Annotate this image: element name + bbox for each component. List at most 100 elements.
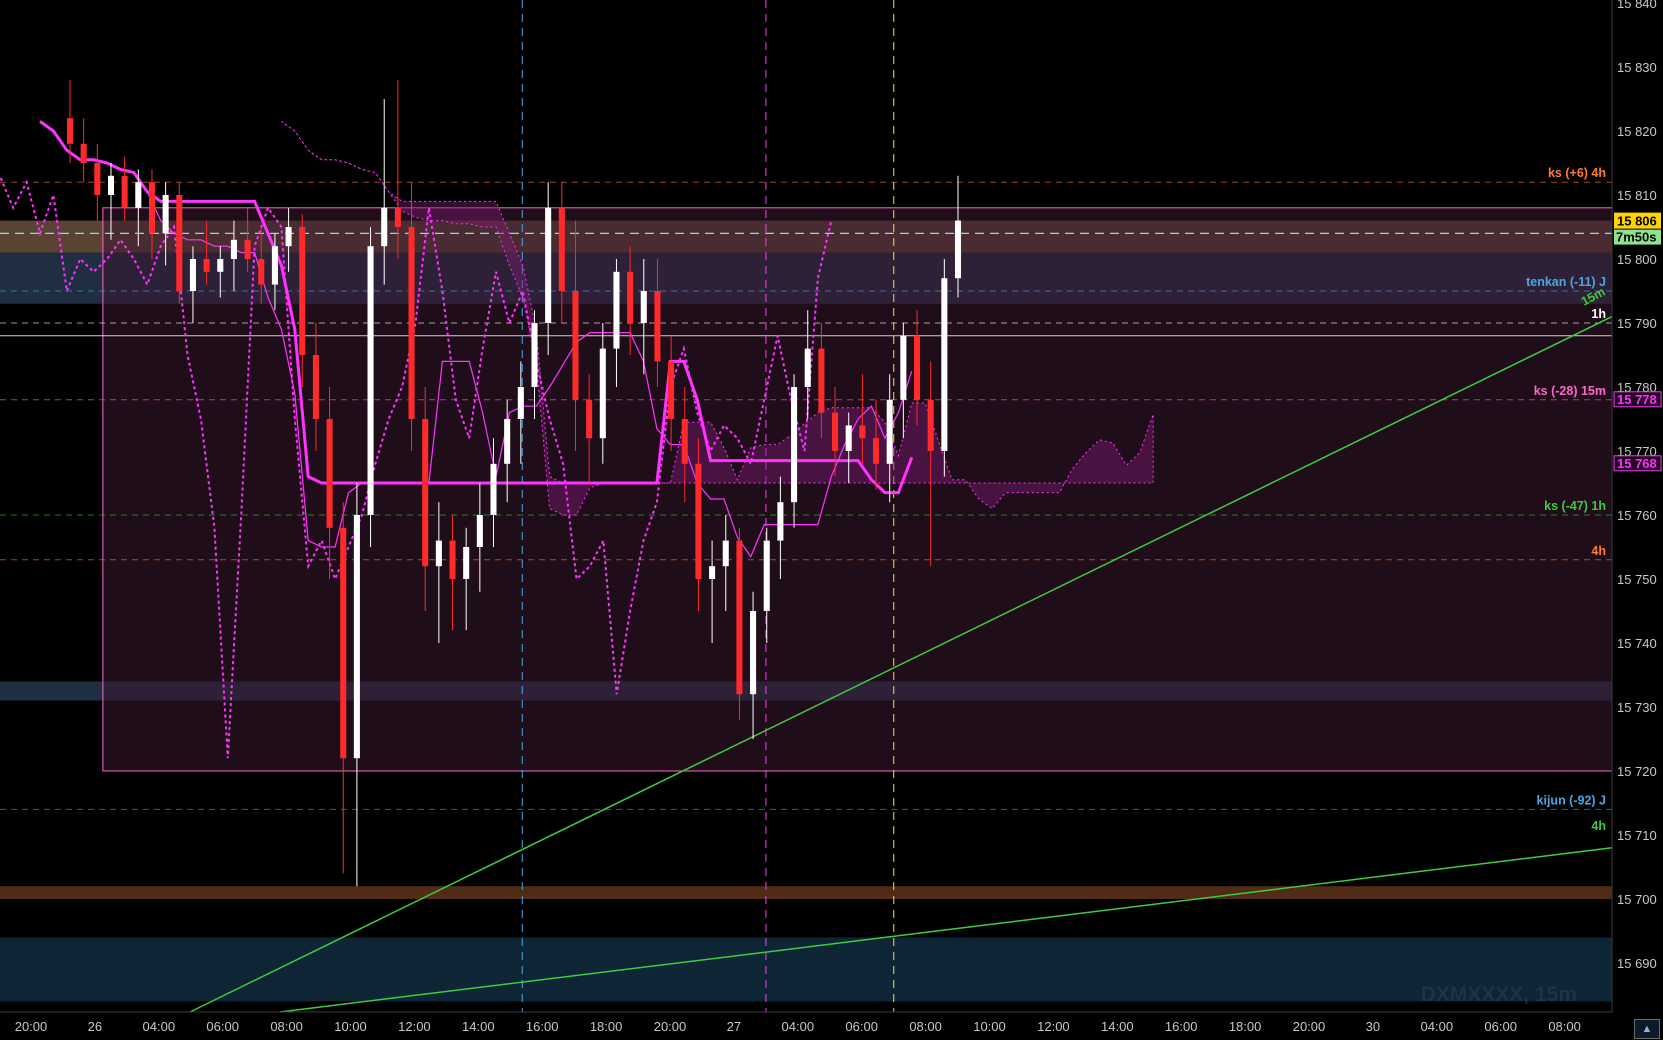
candle-body xyxy=(668,361,675,419)
symbol-watermark: DXMXXXX, 15m xyxy=(1420,983,1577,1006)
candle-body xyxy=(148,182,155,234)
candle-body xyxy=(244,239,251,259)
level-label: 4h xyxy=(1591,544,1606,558)
candle-body xyxy=(627,271,634,323)
candle-body xyxy=(203,259,210,272)
time-tick-label: 06:00 xyxy=(845,1019,878,1034)
candle-body xyxy=(135,182,142,208)
time-tick-label: 14:00 xyxy=(462,1019,495,1034)
time-tick-label: 06:00 xyxy=(206,1019,239,1034)
candle-body xyxy=(859,425,866,439)
time-tick-label: 12:00 xyxy=(398,1019,431,1034)
time-tick-label: 20:00 xyxy=(1293,1019,1326,1034)
candle-body xyxy=(422,419,429,567)
candle-body xyxy=(640,291,647,323)
countdown-value: 7m50s xyxy=(1616,230,1656,245)
candle-body xyxy=(818,348,825,413)
candle-body xyxy=(408,227,415,419)
candle-body xyxy=(654,291,661,362)
candle-body xyxy=(531,323,538,387)
candle-body xyxy=(545,207,552,323)
candle-body xyxy=(517,387,524,419)
time-tick-label: 27 xyxy=(727,1019,741,1034)
price-tick-label: 15 710 xyxy=(1617,828,1657,843)
candle-body xyxy=(777,502,784,541)
scale-toggle-button[interactable]: ▲ xyxy=(1634,1019,1660,1039)
candle-body xyxy=(435,540,442,567)
candle-body xyxy=(271,246,278,285)
candle-body xyxy=(217,259,224,272)
price-tick-label: 15 820 xyxy=(1617,124,1657,139)
time-tick-label: 08:00 xyxy=(909,1019,942,1034)
candle-body xyxy=(886,399,893,464)
candle-body xyxy=(736,540,743,695)
candle-body xyxy=(189,259,196,291)
time-tick-label: 06:00 xyxy=(1484,1019,1517,1034)
candle-body xyxy=(845,425,852,451)
level-label: tenkan (-11) J xyxy=(1526,275,1606,289)
candle-body xyxy=(326,419,333,528)
time-tick-label: 30 xyxy=(1366,1019,1380,1034)
price-zone xyxy=(0,886,1612,899)
candle-body xyxy=(681,419,688,464)
candle-body xyxy=(750,611,757,695)
candle-body xyxy=(763,540,770,611)
candle-body xyxy=(107,175,115,195)
time-tick-label: 04:00 xyxy=(143,1019,176,1034)
candle-body xyxy=(285,227,292,247)
price-tick-label: 15 760 xyxy=(1617,508,1657,523)
candle-body xyxy=(873,438,880,464)
candle-body xyxy=(558,207,565,291)
candle-body xyxy=(900,335,907,400)
time-tick-label: 04:00 xyxy=(1421,1019,1454,1034)
candle-body xyxy=(586,399,593,439)
time-tick-label: 16:00 xyxy=(526,1019,559,1034)
price-tick-label: 15 800 xyxy=(1617,252,1657,267)
candle-body xyxy=(504,419,511,464)
time-tick-label: 10:00 xyxy=(973,1019,1006,1034)
candle-body xyxy=(832,412,839,451)
candle-body xyxy=(230,239,237,259)
indicator-badge-value: 15 768 xyxy=(1617,456,1657,471)
candle-body xyxy=(804,348,811,387)
candle-body xyxy=(913,335,921,400)
time-tick-label: 16:00 xyxy=(1165,1019,1198,1034)
price-chart[interactable]: 15 690 15 700 15 710 15 720 15 730 15 740 15 7… xyxy=(0,0,1663,1040)
candle-body xyxy=(709,566,716,579)
current-price-value: 15 806 xyxy=(1617,214,1657,229)
time-tick-label: 10:00 xyxy=(334,1019,367,1034)
candle-body xyxy=(312,355,319,419)
time-tick-label: 14:00 xyxy=(1101,1019,1134,1034)
candle-body xyxy=(613,271,620,349)
candle-body xyxy=(258,259,265,285)
level-label: 4h xyxy=(1591,819,1606,833)
level-label: ks (-47) 1h xyxy=(1544,499,1606,513)
level-label: kijun (-92) J xyxy=(1537,793,1607,807)
candle-body xyxy=(340,527,347,759)
candle-body xyxy=(927,399,934,451)
level-label: ks (+6) 4h xyxy=(1548,166,1606,180)
time-tick-label: 08:00 xyxy=(270,1019,303,1034)
candle-body xyxy=(94,163,101,195)
candle-body xyxy=(394,207,401,227)
price-tick-label: 15 690 xyxy=(1617,956,1657,971)
price-tick-label: 15 810 xyxy=(1617,188,1657,203)
candle-body xyxy=(162,195,169,234)
candle-body xyxy=(66,118,74,144)
candle-body xyxy=(463,547,470,579)
price-tick-label: 15 790 xyxy=(1617,316,1657,331)
candle-body xyxy=(572,291,579,400)
candle-body xyxy=(490,463,497,515)
time-tick-label: 12:00 xyxy=(1037,1019,1070,1034)
candle-body xyxy=(791,387,798,503)
time-tick-label: 20:00 xyxy=(654,1019,687,1034)
candle-body xyxy=(476,515,483,547)
price-tick-label: 15 720 xyxy=(1617,764,1657,779)
candle-body xyxy=(941,278,948,451)
price-tick-label: 15 750 xyxy=(1617,572,1657,587)
price-tick-label: 15 840 xyxy=(1617,0,1657,11)
price-tick-label: 15 740 xyxy=(1617,636,1657,651)
candle-body xyxy=(449,540,456,579)
time-tick-label: 18:00 xyxy=(1229,1019,1262,1034)
price-tick-label: 15 730 xyxy=(1617,700,1657,715)
